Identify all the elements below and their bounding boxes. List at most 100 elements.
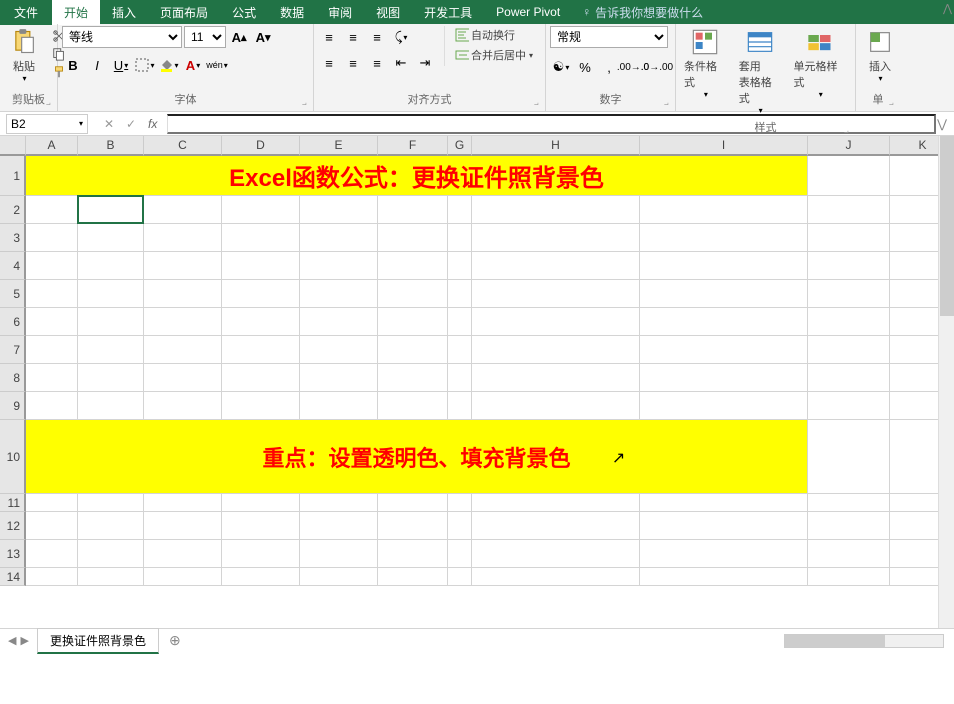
conditional-format-button[interactable]: 条件格式▾ (680, 26, 731, 101)
cell[interactable] (144, 280, 222, 308)
align-bottom-button[interactable]: ≡ (366, 26, 388, 48)
cell[interactable] (78, 336, 144, 364)
cell[interactable] (26, 364, 78, 392)
name-box[interactable]: B2▾ (6, 114, 88, 134)
cell[interactable] (300, 512, 378, 540)
cell[interactable] (144, 512, 222, 540)
cell-styles-button[interactable]: 单元格样式▾ (790, 26, 851, 101)
align-top-button[interactable]: ≡ (318, 26, 340, 48)
cell[interactable] (808, 494, 890, 512)
row-header[interactable]: 9 (0, 392, 26, 420)
fill-color-button[interactable]: ▾ (158, 54, 180, 76)
cell[interactable] (78, 252, 144, 280)
cell[interactable] (78, 540, 144, 568)
collapse-ribbon-icon[interactable]: ⋀ (943, 2, 952, 15)
cell[interactable] (26, 308, 78, 336)
cell[interactable] (78, 392, 144, 420)
decrease-indent-button[interactable]: ⇤ (390, 52, 412, 74)
cell[interactable] (448, 364, 472, 392)
cell[interactable] (222, 540, 300, 568)
row-header[interactable]: 4 (0, 252, 26, 280)
tell-me-search[interactable]: ♀ 告诉我你想要做什么 (572, 4, 713, 21)
cell[interactable] (222, 392, 300, 420)
cell[interactable] (300, 252, 378, 280)
italic-button[interactable]: I (86, 54, 108, 76)
cell[interactable] (472, 224, 640, 252)
cell[interactable] (26, 336, 78, 364)
cell[interactable] (78, 364, 144, 392)
paste-button[interactable]: 粘贴 ▾ (4, 26, 44, 85)
expand-formula-bar-button[interactable]: ⋁ (936, 117, 954, 131)
font-size-select[interactable]: 11 (184, 26, 226, 48)
cell[interactable] (222, 196, 300, 224)
cell[interactable] (808, 224, 890, 252)
add-sheet-button[interactable]: ⊕ (159, 632, 191, 649)
cell[interactable] (808, 364, 890, 392)
cell[interactable] (26, 494, 78, 512)
cancel-formula-button[interactable]: ✕ (100, 117, 118, 131)
cell[interactable] (808, 280, 890, 308)
banner-title[interactable]: Excel函数公式：更换证件照背景色 (26, 156, 808, 196)
sheet-nav-next[interactable]: ▶ (20, 634, 28, 647)
vertical-scrollbar[interactable] (938, 136, 954, 628)
cell[interactable] (808, 252, 890, 280)
cell[interactable] (448, 512, 472, 540)
column-header[interactable]: B (78, 136, 144, 156)
cell[interactable] (448, 568, 472, 586)
row-header[interactable]: 7 (0, 336, 26, 364)
cell[interactable] (300, 364, 378, 392)
row-header[interactable]: 10 (0, 420, 26, 494)
tab-insert[interactable]: 插入 (100, 0, 148, 25)
cell[interactable] (472, 252, 640, 280)
row-header[interactable]: 6 (0, 308, 26, 336)
scroll-thumb[interactable] (940, 136, 954, 316)
cell[interactable] (26, 196, 78, 224)
cell[interactable] (472, 196, 640, 224)
align-left-button[interactable]: ≡ (318, 52, 340, 74)
cell[interactable] (640, 252, 808, 280)
cell[interactable] (26, 252, 78, 280)
column-header[interactable]: C (144, 136, 222, 156)
cell[interactable] (300, 336, 378, 364)
row-header[interactable]: 14 (0, 568, 26, 586)
underline-button[interactable]: U▾ (110, 54, 132, 76)
align-right-button[interactable]: ≡ (366, 52, 388, 74)
number-format-select[interactable]: 常规 (550, 26, 668, 48)
cell[interactable] (222, 336, 300, 364)
sheet-tab-active[interactable]: 更换证件照背景色 (37, 628, 159, 654)
cell[interactable] (222, 568, 300, 586)
cell[interactable] (808, 568, 890, 586)
cell[interactable] (378, 336, 448, 364)
decrease-decimal-button[interactable]: .0→.00 (646, 56, 668, 78)
enter-formula-button[interactable]: ✓ (122, 117, 140, 131)
cell[interactable] (78, 512, 144, 540)
row-header[interactable]: 11 (0, 494, 26, 512)
bold-button[interactable]: B (62, 54, 84, 76)
tab-formulas[interactable]: 公式 (220, 0, 268, 25)
cell[interactable] (640, 336, 808, 364)
column-header[interactable]: J (808, 136, 890, 156)
column-header[interactable]: E (300, 136, 378, 156)
currency-button[interactable]: ☯▾ (550, 56, 572, 78)
tab-powerpivot[interactable]: Power Pivot (484, 1, 572, 23)
cell[interactable] (222, 494, 300, 512)
column-header[interactable]: A (26, 136, 78, 156)
cell[interactable] (640, 364, 808, 392)
insert-cells-button[interactable]: 插入▾ (860, 26, 900, 85)
cell[interactable] (144, 540, 222, 568)
cell[interactable] (472, 280, 640, 308)
tab-home[interactable]: 开始 (52, 0, 100, 25)
cell[interactable] (144, 196, 222, 224)
cell[interactable] (378, 540, 448, 568)
column-header[interactable]: D (222, 136, 300, 156)
cell[interactable] (378, 308, 448, 336)
cell[interactable] (144, 308, 222, 336)
cell[interactable] (472, 392, 640, 420)
cell[interactable] (300, 568, 378, 586)
percent-button[interactable]: % (574, 56, 596, 78)
cell[interactable] (26, 540, 78, 568)
align-center-button[interactable]: ≡ (342, 52, 364, 74)
cell[interactable] (300, 392, 378, 420)
cell[interactable] (378, 568, 448, 586)
font-color-button[interactable]: A▾ (182, 54, 204, 76)
